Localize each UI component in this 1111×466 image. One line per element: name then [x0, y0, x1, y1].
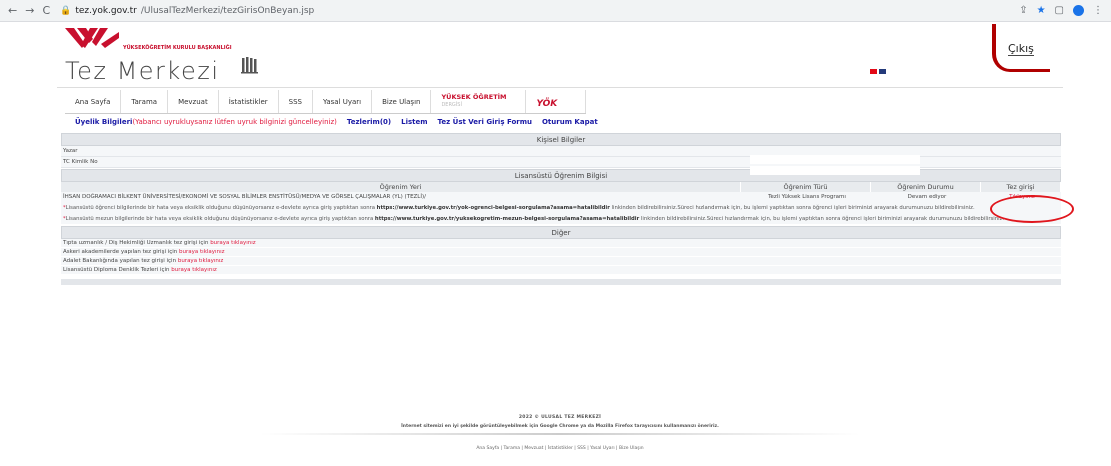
other-item-text: Lisansüstü Diploma Denklik Tezleri için — [63, 267, 172, 273]
graduate-status: Devam ediyor — [907, 194, 947, 200]
logout-tab[interactable]: Çıkış — [992, 24, 1050, 72]
tr-flag-icon[interactable] — [870, 69, 877, 74]
page: YÜKSEKÖĞRETİM KURULU BAŞKANLIĞI Tez Merk… — [57, 22, 1074, 466]
menu-dots-icon[interactable]: ⋮ — [1093, 5, 1103, 16]
student-error-note: *Lisansüstü öğrenci bilgilerinde bir hat… — [61, 203, 1061, 214]
note2-text-b: linkinden bildirebilirsiniz.Süreci hızla… — [639, 215, 1005, 222]
other-item-link[interactable]: buraya tıklayınız — [210, 240, 255, 246]
graduate-table-header: Öğrenim Yeri Öğrenim Türü Öğrenim Durumu… — [61, 182, 1061, 192]
share-icon[interactable]: ⇪ — [1019, 5, 1027, 16]
col-entry: Tez girişi — [981, 182, 1061, 192]
tab-icon[interactable]: ▢ — [1055, 5, 1064, 16]
other-item: Lisansüstü Diploma Denklik Tezleri için … — [61, 266, 1061, 275]
menu-item-search[interactable]: Tarama — [121, 90, 169, 113]
menu-item-statistics[interactable]: İstatistikler — [219, 90, 279, 113]
other-item-text: Tıpta uzmanlık / Diş Hekimliği Uzmanlık … — [63, 240, 211, 246]
other-item-text: Adalet Bakanlığında yapılan tez girişi i… — [63, 258, 178, 264]
my-theses-link[interactable]: Tezlerim(0) — [347, 118, 391, 126]
author-label: Yazar — [63, 148, 78, 154]
reload-icon[interactable]: C — [42, 4, 50, 17]
other-item-link[interactable]: buraya tıklayınız — [178, 258, 223, 264]
menu-item-legislation[interactable]: Mevzuat — [168, 90, 219, 113]
url-domain: tez.yok.gov.tr — [75, 5, 137, 16]
browser-nav: ← → C — [8, 4, 50, 17]
note1-text-b: linkinden bildirebilirsiniz.Süreci hızla… — [609, 205, 975, 211]
yok-banner[interactable]: YÖK — [526, 90, 587, 113]
yok-logo-icon — [65, 28, 119, 48]
profile-avatar-icon[interactable] — [1073, 5, 1084, 16]
membership-link[interactable]: Üyelik Bilgileri — [75, 118, 132, 126]
logout-label[interactable]: Çıkış — [1008, 42, 1034, 56]
address-bar[interactable]: 🔒 tez.yok.gov.tr/UlusalTezMerkezi/tezGir… — [60, 6, 314, 16]
copyright: 2022 © ULUSAL TEZ MERKEZİ — [518, 415, 602, 420]
graduate-place: İHSAN DOĞRAMACI BİLKENT ÜNİVERSİTESİ/EKO… — [63, 194, 426, 200]
lock-icon: 🔒 — [60, 5, 72, 16]
note2-link[interactable]: https://www.turkiye.gov.tr/yuksekogretim… — [375, 216, 639, 222]
my-list-link[interactable]: Listem — [401, 118, 427, 126]
browser-note: İnternet sitemizi en iyi şekilde görüntü… — [401, 424, 719, 429]
other-header: Diğer — [61, 226, 1061, 239]
graduate-type: Tezli Yüksek Lisans Programı — [768, 194, 846, 200]
redacted-tc — [750, 166, 920, 175]
footer-divider — [260, 433, 860, 435]
other-item-text: Askeri akademilerde yapılan tez girişi i… — [63, 249, 180, 255]
site-header: YÜKSEKÖĞRETİM KURULU BAŞKANLIĞI Tez Merk… — [57, 22, 1063, 88]
browser-toolbar: ← → C 🔒 tez.yok.gov.tr/UlusalTezMerkezi/… — [0, 0, 1111, 22]
language-switcher[interactable] — [870, 69, 886, 74]
main-menu: Ana Sayfa Tarama Mevzuat İstatistikler S… — [65, 90, 587, 114]
col-type: Öğrenim Türü — [741, 182, 871, 192]
menu-item-contact[interactable]: Bize Ulaşın — [372, 90, 432, 113]
col-place: Öğrenim Yeri — [61, 182, 741, 192]
col-status: Öğrenim Durumu — [871, 182, 981, 192]
other-item-link[interactable]: buraya tıklayınız — [171, 267, 216, 273]
graduate-row: İHSAN DOĞRAMACI BİLKENT ÜNİVERSİTESİ/EKO… — [61, 192, 1061, 203]
other-item: Adalet Bakanlığında yapılan tez girişi i… — [61, 257, 1061, 266]
forward-icon[interactable]: → — [25, 4, 34, 17]
other-item: Tıpta uzmanlık / Diş Hekimliği Uzmanlık … — [61, 239, 1061, 248]
user-links: Üyelik Bilgileri(Yabancı uyrukluysanız l… — [75, 118, 598, 126]
other-item: Askeri akademilerde yapılan tez girişi i… — [61, 248, 1061, 257]
books-icon — [241, 57, 258, 74]
personal-info-header: Kişisel Bilgiler — [61, 133, 1061, 146]
footer-links[interactable]: Ana Sayfa | Tarama | Mevzuat | İstatisti… — [57, 446, 1063, 451]
note1-text-a: Lisansüstü öğrenci bilgilerinde bir hata… — [65, 205, 377, 211]
table-end-bar — [61, 279, 1061, 285]
bookmark-star-icon[interactable]: ★ — [1037, 5, 1046, 16]
redacted-author — [750, 155, 920, 164]
menu-item-faq[interactable]: SSS — [279, 90, 314, 113]
council-name: YÜKSEKÖĞRETİM KURULU BAŞKANLIĞI — [123, 45, 232, 51]
en-flag-icon[interactable] — [879, 69, 886, 74]
site-title: Tez Merkezi — [65, 57, 220, 85]
menu-item-legal[interactable]: Yasal Uyarı — [313, 90, 373, 113]
site-footer: 2022 © ULUSAL TEZ MERKEZİ İnternet sitem… — [57, 415, 1063, 451]
note2-text-a: Lisansüstü mezun bilgilerinde bir hata v… — [65, 215, 375, 222]
logout-link[interactable]: Oturum Kapat — [542, 118, 598, 126]
meta-form-link[interactable]: Tez Üst Veri Giriş Formu — [438, 118, 532, 126]
journal-subtitle: DERGİSİ — [441, 102, 462, 108]
other-item-link[interactable]: buraya tıklayınız — [179, 249, 224, 255]
graduate-error-note: *Lisansüstü mezun bilgilerinde bir hata … — [61, 213, 1061, 224]
journal-title: YÜKSEK ÖĞRETİM — [441, 93, 507, 101]
journal-banner[interactable]: YÜKSEK ÖĞRETİM DERGİSİ — [431, 90, 527, 113]
note1-link[interactable]: https://www.turkiye.gov.tr/yok-ogrenci-b… — [377, 205, 610, 211]
menu-item-home[interactable]: Ana Sayfa — [65, 90, 122, 113]
membership-warning[interactable]: (Yabancı uyrukluysanız lütfen uyruk bilg… — [132, 118, 336, 126]
url-path: /UlusalTezMerkezi/tezGirisOnBeyan.jsp — [140, 5, 315, 16]
highlight-circle — [990, 195, 1074, 223]
back-icon[interactable]: ← — [8, 4, 17, 17]
tc-label: TC Kimlik No — [63, 159, 98, 165]
